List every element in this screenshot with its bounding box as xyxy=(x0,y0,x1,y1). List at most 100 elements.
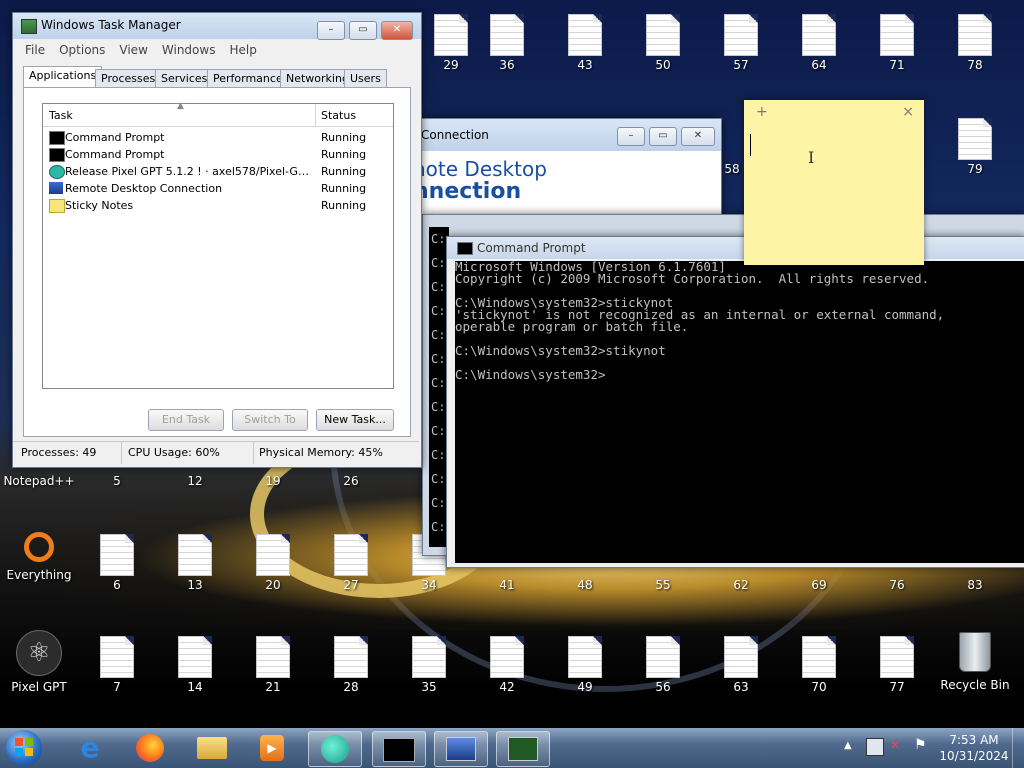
desktop-file-icon[interactable]: 49 xyxy=(546,630,624,696)
status-cpu: CPU Usage: 60% xyxy=(128,446,220,459)
close-button[interactable]: ✕ xyxy=(381,21,413,40)
cmd-titlebar[interactable]: Command Prompt xyxy=(447,237,1024,259)
media-player-icon[interactable]: ▶ xyxy=(246,731,298,765)
sticky-note-text-area[interactable] xyxy=(746,132,920,260)
desktop-file-icon[interactable]: 78 xyxy=(936,8,1014,74)
start-button[interactable] xyxy=(6,730,42,766)
menu-options[interactable]: Options xyxy=(59,43,105,57)
menu-windows[interactable]: Windows xyxy=(162,43,216,57)
desktop-file-icon[interactable]: 56 xyxy=(624,630,702,696)
maximize-button[interactable]: ▭ xyxy=(349,21,377,40)
tab-applications[interactable]: Applications xyxy=(23,66,103,88)
cmd-icon xyxy=(457,242,473,255)
recycle-bin-icon xyxy=(959,632,991,672)
tab-performance[interactable]: Performance xyxy=(207,69,289,88)
internet-explorer-icon[interactable]: e xyxy=(64,731,116,765)
maximize-button[interactable]: ▭ xyxy=(649,127,677,146)
task-manager-titlebar[interactable]: Windows Task Manager – ▭ ✕ xyxy=(13,13,421,40)
menu-help[interactable]: Help xyxy=(229,43,256,57)
taskbar-task-manager[interactable] xyxy=(496,731,550,767)
window-title: Windows Task Manager xyxy=(41,18,181,32)
applications-panel: Task ▲ Status Command Prompt Running Comm… xyxy=(23,87,411,437)
tab-strip: Applications Processes Services Performa… xyxy=(23,66,409,88)
task-row[interactable]: Command Prompt Running xyxy=(43,146,393,163)
add-note-button[interactable]: + xyxy=(756,104,768,120)
menu-file[interactable]: File xyxy=(25,43,45,57)
desktop-file-icon[interactable]: 64 xyxy=(780,8,858,74)
cmd-console[interactable]: Microsoft Windows [Version 6.1.7601] Cop… xyxy=(455,259,1024,563)
desktop-file-icon[interactable]: 50 xyxy=(624,8,702,74)
tab-processes[interactable]: Processes xyxy=(95,69,162,88)
end-task-button[interactable]: End Task xyxy=(148,409,224,431)
desktop-file-icon[interactable]: 79 xyxy=(936,112,1014,178)
everything-shortcut[interactable]: Everything xyxy=(0,528,78,594)
sticky-notes-icon xyxy=(49,199,65,213)
close-button[interactable]: ✕ xyxy=(681,127,715,146)
desktop-file-icon[interactable]: 58 xyxy=(720,112,744,178)
task-row[interactable]: Sticky Notes Running xyxy=(43,197,393,214)
desktop-file-icon[interactable]: 6 xyxy=(78,528,156,594)
new-task-button[interactable]: New Task... xyxy=(316,409,394,431)
pixel-gpt-shortcut[interactable]: ⚛ Pixel GPT xyxy=(0,630,78,696)
desktop-file-icon[interactable]: 35 xyxy=(390,630,468,696)
taskbar: e ▶ ▲ ✕ ⚑ 7:53 AM 10/31/2024 xyxy=(0,728,1024,768)
atom-icon: ⚛ xyxy=(16,630,62,676)
minimize-button[interactable]: – xyxy=(617,127,645,146)
cmd-icon xyxy=(49,131,65,145)
desktop-file-icon[interactable]: 28 xyxy=(312,630,390,696)
everything-icon xyxy=(24,532,54,562)
tab-services[interactable]: Services xyxy=(155,69,214,88)
desktop-file-icon[interactable]: 63 xyxy=(702,630,780,696)
desktop-file-icon[interactable]: 71 xyxy=(858,8,936,74)
cmd-icon xyxy=(49,148,65,162)
desktop-file-icon[interactable]: 57 xyxy=(702,8,780,74)
cmd-output: Microsoft Windows [Version 6.1.7601] Cop… xyxy=(455,259,945,382)
rdc-heading-1: note Desktop xyxy=(413,157,547,181)
taskbar-command-prompt[interactable] xyxy=(372,731,426,767)
switch-to-button[interactable]: Switch To xyxy=(232,409,308,431)
desktop-file-icon[interactable]: 27 xyxy=(312,528,390,594)
file-explorer-icon[interactable] xyxy=(186,731,238,765)
menu-view[interactable]: View xyxy=(119,43,147,57)
action-center-icon[interactable] xyxy=(866,738,884,756)
desktop-file-icon[interactable]: 42 xyxy=(468,630,546,696)
network-icon[interactable]: ✕ xyxy=(890,738,900,752)
volume-icon[interactable]: ⚑ xyxy=(914,737,927,753)
command-prompt-window[interactable]: Command Prompt Microsoft Windows [Versio… xyxy=(446,236,1024,568)
desktop-file-icon[interactable]: 20 xyxy=(234,528,312,594)
column-header-task[interactable]: Task xyxy=(49,109,73,122)
task-list[interactable]: Task ▲ Status Command Prompt Running Comm… xyxy=(42,101,394,389)
taskbar-pixel-gpt[interactable] xyxy=(308,731,362,767)
show-hidden-icons-icon[interactable]: ▲ xyxy=(844,740,852,751)
desktop-file-icon[interactable]: 13 xyxy=(156,528,234,594)
desktop-file-icon[interactable]: 70 xyxy=(780,630,858,696)
task-row[interactable]: Release Pixel GPT 5.1.2 ! · axel578/Pixe… xyxy=(43,163,393,180)
status-bar: Processes: 49 CPU Usage: 60% Physical Me… xyxy=(13,441,419,464)
close-note-button[interactable]: × xyxy=(902,104,914,120)
tab-users[interactable]: Users xyxy=(344,69,387,88)
sticky-note[interactable]: + × I xyxy=(744,100,924,265)
task-row[interactable]: Command Prompt Running xyxy=(43,129,393,146)
minimize-button[interactable]: – xyxy=(317,21,345,40)
clock-date: 10/31/2024 xyxy=(939,749,1009,763)
status-memory: Physical Memory: 45% xyxy=(259,446,383,459)
remote-desktop-window[interactable]: Connection – ▭ ✕ note Desktop nnection xyxy=(412,118,722,220)
task-manager-window[interactable]: Windows Task Manager – ▭ ✕ File Options Vi… xyxy=(12,12,422,468)
firefox-icon[interactable] xyxy=(124,731,176,765)
task-manager-icon xyxy=(21,19,37,34)
rdc-titlebar[interactable]: Connection – ▭ ✕ xyxy=(413,119,721,151)
desktop-file-icon[interactable]: 43 xyxy=(546,8,624,74)
taskbar-remote-desktop[interactable] xyxy=(434,731,488,767)
sort-arrow-icon: ▲ xyxy=(177,101,184,111)
desktop-file-icon[interactable]: 77 xyxy=(858,630,936,696)
recycle-bin[interactable]: Recycle Bin xyxy=(936,630,1014,696)
desktop-file-icon[interactable]: 7 xyxy=(78,630,156,696)
task-row[interactable]: Remote Desktop Connection Running xyxy=(43,180,393,197)
clock[interactable]: 7:53 AM 10/31/2024 xyxy=(938,732,1010,764)
cmd-back-prompts: C: C: C: C: C: C: C: C: C: C: C: C: C: xyxy=(431,232,446,534)
desktop-file-icon[interactable]: 36 xyxy=(468,8,546,74)
desktop-file-icon[interactable]: 14 xyxy=(156,630,234,696)
column-header-status[interactable]: Status xyxy=(321,109,356,122)
desktop-file-icon[interactable]: 21 xyxy=(234,630,312,696)
show-desktop-button[interactable] xyxy=(1012,728,1024,768)
